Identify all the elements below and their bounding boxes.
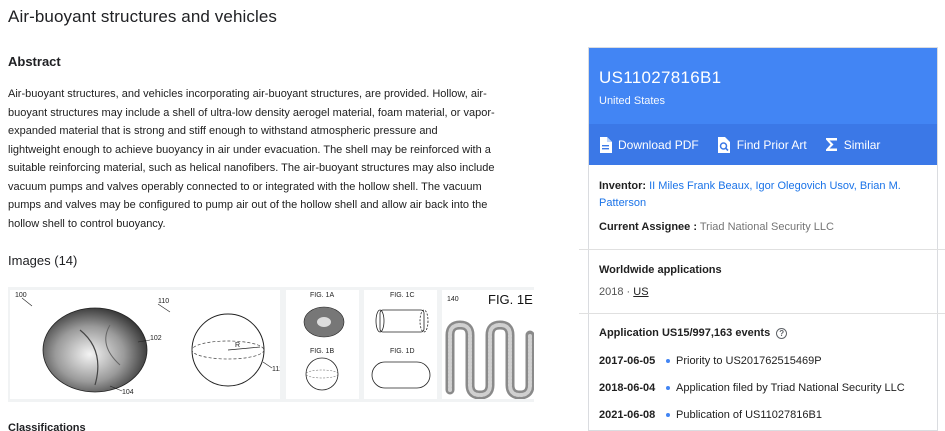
- inventor-row-cont: Patterson: [599, 195, 927, 212]
- assignee-value: Triad National Security LLC: [699, 221, 834, 233]
- events-heading: Application US15/997,163 events: [599, 327, 771, 339]
- ref-label: 104: [122, 389, 134, 396]
- find-prior-art-button[interactable]: Find Prior Art: [717, 136, 807, 153]
- worldwide-year: 2018: [599, 286, 624, 298]
- ref-label: 102: [150, 335, 162, 342]
- inventor-link[interactable]: Patterson: [599, 197, 646, 209]
- patent-summary-card: US11027816B1 United States Download PDF: [579, 47, 945, 431]
- fig-label: FIG. 1E: [488, 292, 533, 307]
- figure-1a-1b: [303, 306, 345, 391]
- abstract-line: buoyant structures may include a shell o…: [8, 106, 495, 119]
- abstract-line: pumps and valves may be configured to pu…: [8, 199, 488, 211]
- page-title: Air-buoyant structures and vehicles: [8, 7, 278, 26]
- event-row: 2021-06-08 Publication of US11027816B1: [599, 401, 927, 428]
- find-prior-art-label: Find Prior Art: [736, 137, 807, 152]
- card-header: US11027816B1 United States: [589, 48, 937, 124]
- worldwide-row: 2018 · US: [599, 286, 927, 298]
- download-pdf-button[interactable]: Download PDF: [599, 136, 699, 153]
- ref-label: 110: [158, 298, 170, 305]
- patent-image-thumb-4[interactable]: 140 FIG. 1E: [442, 290, 534, 399]
- similar-label: Similar: [843, 137, 881, 152]
- classifications-heading: Classifications: [8, 422, 86, 431]
- event-desc: Priority to US201762515469P: [676, 354, 822, 367]
- event-date: 2017-06-05: [599, 354, 656, 367]
- sigma-icon: [825, 138, 837, 151]
- worldwide-country-link[interactable]: US: [633, 286, 648, 298]
- patent-page: Air-buoyant structures and vehicles Abst…: [0, 0, 945, 431]
- publication-number: US11027816B1: [599, 68, 722, 87]
- assignee-row: Current Assignee : Triad National Securi…: [599, 219, 927, 236]
- worldwide-separator: ·: [626, 286, 631, 298]
- ref-label: 112: [272, 366, 280, 373]
- event-row: 2018-06-04 Application filed by Triad Na…: [599, 374, 927, 401]
- worldwide-section: Worldwide applications 2018 · US: [589, 250, 937, 313]
- country: United States: [599, 95, 666, 107]
- help-icon[interactable]: ?: [776, 327, 788, 339]
- image-carousel[interactable]: 100 110 102 104 112 R FIG. 1A FIG. 1B: [8, 287, 534, 402]
- event-row: 2017-06-05 Priority to US201762515469P: [599, 347, 927, 374]
- event-date: 2021-06-08: [599, 408, 656, 421]
- fig-label: FIG. 1B: [310, 348, 335, 355]
- event-dot: [666, 358, 670, 363]
- patent-image-thumb-3[interactable]: FIG. 1C FIG. 1D: [364, 290, 437, 399]
- figure-1c-1d: [371, 309, 431, 389]
- event-dot: [666, 385, 670, 390]
- patent-image-thumb-1[interactable]: 100 110 102 104 112 R: [10, 290, 280, 399]
- abstract-line: vacuum pumps and valves operably connect…: [8, 180, 482, 193]
- event-date: 2018-06-04: [599, 381, 656, 394]
- pdf-file-icon: [600, 136, 612, 153]
- inventor-links[interactable]: II Miles Frank Beaux, Igor Olegovich Uso…: [649, 180, 901, 192]
- images-heading: Images (14): [8, 253, 78, 268]
- abstract-line: lightweight enough to achieve buoyancy i…: [8, 143, 491, 156]
- abstract-line: suitable reinforcing material, such as h…: [8, 162, 495, 174]
- abstract-text: Air-buoyant structures, and vehicles inc…: [8, 85, 528, 233]
- event-dot: [666, 412, 670, 417]
- ref-label: 140: [447, 296, 459, 303]
- download-pdf-label: Download PDF: [618, 137, 699, 152]
- card-actions-bar: Download PDF Find Prior Art Similar: [589, 124, 937, 165]
- events-heading-row: Application US15/997,163 events ?: [599, 327, 927, 339]
- worldwide-heading: Worldwide applications: [599, 264, 722, 276]
- event-desc: Application filed by Triad National Secu…: [676, 381, 905, 394]
- abstract-line: expanded material that is strong and sti…: [8, 125, 438, 137]
- fig-label: FIG. 1D: [390, 348, 415, 355]
- fig-label: FIG. 1A: [310, 292, 335, 299]
- inventor-label: Inventor:: [599, 180, 647, 192]
- event-desc: Publication of US11027816B1: [676, 408, 822, 421]
- assignee-label: Current Assignee :: [599, 221, 698, 233]
- events-section: Application US15/997,163 events ? 2017-0…: [589, 314, 937, 428]
- abstract-line: hollow shell to control buoyancy.: [8, 217, 166, 230]
- card-body: Inventor: II Miles Frank Beaux, Igor Ole…: [589, 165, 937, 236]
- abstract-heading: Abstract: [8, 54, 61, 69]
- abstract-line: Air-buoyant structures, and vehicles inc…: [8, 88, 487, 100]
- similar-button[interactable]: Similar: [825, 137, 881, 152]
- ref-label: 100: [15, 292, 27, 299]
- document-search-icon: [717, 136, 730, 153]
- inventor-row: Inventor: II Miles Frank Beaux, Igor Ole…: [599, 178, 927, 195]
- patent-image-thumb-2[interactable]: FIG. 1A FIG. 1B: [286, 290, 359, 399]
- ref-label: R: [235, 342, 241, 349]
- fig-label: FIG. 1C: [390, 292, 415, 299]
